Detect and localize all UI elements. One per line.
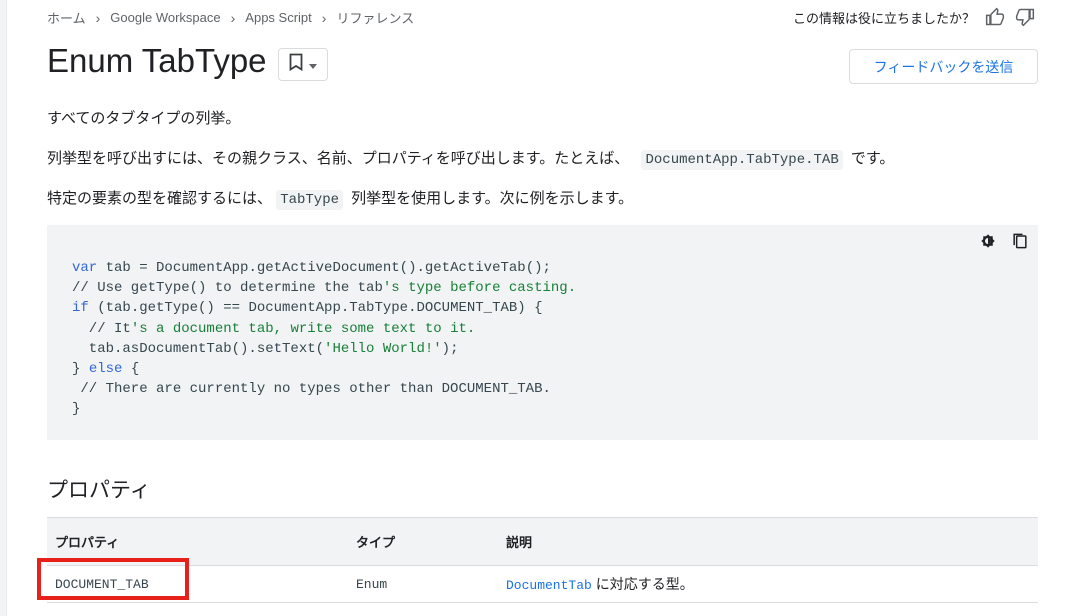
property-description: DocumentTab に対応する型。 (498, 574, 1038, 594)
chevron-right-icon: › (95, 9, 101, 26)
table-row: DOCUMENT_TAB Enum DocumentTab に対応する型。 (47, 566, 1038, 603)
intro-line-2-end: です。 (850, 150, 895, 167)
page-title: Enum TabType (47, 42, 267, 79)
chevron-right-icon: › (230, 9, 236, 26)
send-feedback-button[interactable]: フィードバックを送信 (849, 49, 1038, 84)
intro-line-3-text: 特定の要素の型を確認するには、 (47, 190, 273, 207)
code-sample: var tab = DocumentApp.getActiveDocument(… (47, 225, 1038, 440)
thumb-up-icon[interactable] (985, 7, 1005, 27)
theme-toggle-icon[interactable] (978, 231, 998, 251)
breadcrumb-reference[interactable]: リファレンス (336, 8, 414, 27)
section-title-properties: プロパティ (47, 479, 151, 502)
documenttab-link[interactable]: DocumentTab (506, 578, 592, 593)
inline-code-tab: DocumentApp.TabType.TAB (641, 150, 843, 170)
intro-line-3: 特定の要素の型を確認するには、 TabType 列挙型を使用します。次に例を示し… (47, 187, 634, 210)
caret-down-icon (309, 56, 317, 74)
intro-line-3-end: 列挙型を使用します。次に例を示します。 (351, 190, 634, 207)
code-toolbar (966, 231, 1030, 251)
thumb-down-icon[interactable] (1015, 7, 1035, 27)
breadcrumb-apps-script[interactable]: Apps Script (245, 10, 311, 25)
properties-table: プロパティ タイプ 説明 DOCUMENT_TAB Enum DocumentT… (47, 517, 1038, 603)
bookmark-icon (289, 53, 303, 76)
breadcrumb-workspace[interactable]: Google Workspace (110, 10, 220, 25)
intro-line-1: すべてのタブタイプの列挙。 (47, 110, 241, 127)
breadcrumb: ホーム › Google Workspace › Apps Script › リ… (47, 8, 414, 27)
property-type: Enum (356, 576, 388, 592)
table-header: プロパティ タイプ 説明 (47, 518, 1038, 566)
copy-icon[interactable] (1010, 231, 1030, 251)
left-rail (0, 0, 7, 616)
breadcrumb-home[interactable]: ホーム (47, 8, 86, 27)
helpful-feedback: この情報は役に立ちましたか？ (793, 7, 1035, 27)
helpful-question: この情報は役に立ちましたか？ (792, 10, 975, 26)
header-property: プロパティ (55, 535, 120, 550)
bookmark-button[interactable] (278, 48, 328, 81)
header-description: 説明 (506, 535, 533, 550)
intro-line-2: 列挙型を呼び出すには、その親クラス、名前、プロパティを呼び出します。たとえば、 … (47, 147, 895, 170)
intro-line-2-text: 列挙型を呼び出すには、その親クラス、名前、プロパティを呼び出します。たとえば、 (47, 150, 630, 167)
header-type: タイプ (356, 535, 396, 550)
code-text: var tab = DocumentApp.getActiveDocument(… (72, 260, 577, 418)
description-text: に対応する型。 (591, 576, 694, 592)
inline-code-tabtype: TabType (276, 190, 343, 210)
highlight-box (37, 558, 189, 600)
chevron-right-icon: › (321, 9, 327, 26)
